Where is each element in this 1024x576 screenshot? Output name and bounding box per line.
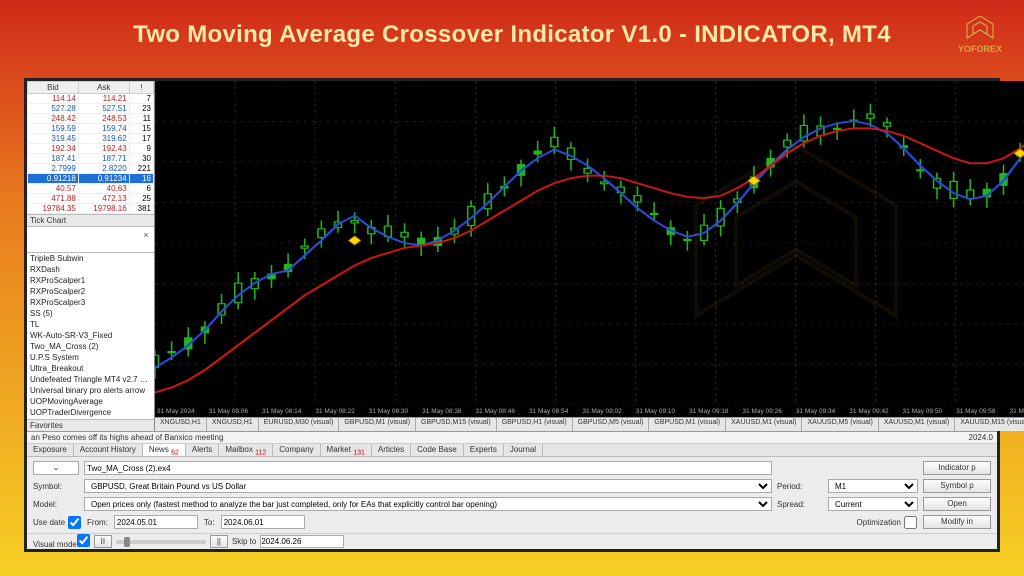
skip-to-input[interactable]	[260, 535, 344, 548]
navigator-item[interactable]: TripleB Subwin	[27, 253, 154, 264]
chart-tab[interactable]: XNGUSD,H1	[155, 418, 207, 431]
navigator[interactable]: TripleB SubwinRXDashRXProScalper1RXProSc…	[27, 253, 154, 419]
from-date-input[interactable]	[114, 515, 198, 529]
symbol-select[interactable]: GBPUSD, Great Britain Pound vs US Dollar	[84, 479, 772, 493]
terminal-tab[interactable]: Alerts	[186, 444, 219, 456]
chart-tab[interactable]: EURUSD,M30 (visual)	[259, 418, 340, 431]
chart-tabs: XNGUSD,H1XNGUSD,H1EURUSD,M30 (visual)GBP…	[155, 417, 1024, 431]
news-headline[interactable]: an Peso comes off its highs ahead of Ban…	[31, 433, 223, 442]
model-label: Model:	[33, 500, 79, 509]
use-date-checkbox[interactable]: Use date	[33, 516, 81, 529]
chart-tab[interactable]: GBPUSD,M15 (visual)	[416, 418, 497, 431]
market-row[interactable]: 248.42248.5311	[28, 114, 154, 124]
tick-chart-label[interactable]: Tick Chart	[27, 214, 154, 227]
time-axis: 31 May 202431 May 08:0631 May 08:1431 Ma…	[155, 405, 1024, 417]
market-row[interactable]: 40.5740.636	[28, 184, 154, 194]
market-row[interactable]: 2.79992.8220221	[28, 164, 154, 174]
market-row[interactable]: 527.28527.5123	[28, 104, 154, 114]
step-button[interactable]: ||	[210, 535, 228, 548]
ea-file-input[interactable]	[84, 461, 772, 475]
to-label: To:	[204, 518, 215, 527]
mt4-window: Bid Ask ! 114.14114.217527.28527.5123248…	[24, 78, 1000, 552]
navigator-item[interactable]: Two_MA_Cross (2)	[27, 341, 154, 352]
navigator-item[interactable]: Undefeated Triangle MT4 v2.7 No DLL	[27, 374, 154, 385]
brand-logo: YOFOREX	[958, 16, 1002, 54]
period-label: Period:	[777, 482, 823, 491]
speed-slider[interactable]	[116, 540, 206, 544]
chart-tab[interactable]: XAUUSD,M1 (visual)	[879, 418, 955, 431]
favorites-tab[interactable]: Favorites	[27, 419, 154, 431]
navigator-item[interactable]: TL	[27, 319, 154, 330]
market-row[interactable]: 114.14114.217	[28, 94, 154, 104]
chart-tab[interactable]: GBPUSD,H1 (visual)	[497, 418, 573, 431]
spread-label: Spread:	[777, 500, 823, 509]
navigator-item[interactable]: RXProScalper1	[27, 275, 154, 286]
navigator-item[interactable]: RXProScalper3	[27, 297, 154, 308]
navigator-item[interactable]: U.P.S System	[27, 352, 154, 363]
news-time: 2024.0	[969, 433, 993, 442]
chart-tab[interactable]: GBPUSD,M5 (visual)	[573, 418, 650, 431]
market-row[interactable]: 0.912180.9123416	[28, 174, 154, 184]
market-row[interactable]: 192.34192.439	[28, 144, 154, 154]
page-title: Two Moving Average Crossover Indicator V…	[133, 21, 891, 49]
terminal-tab[interactable]: Account History	[74, 444, 143, 456]
navigator-item[interactable]: SS (5)	[27, 308, 154, 319]
visual-mode-checkbox[interactable]: Visual mode	[33, 534, 90, 549]
model-select[interactable]: Open prices only (fastest method to anal…	[84, 497, 772, 511]
terminal-tab[interactable]: Company	[273, 444, 320, 456]
navigator-item[interactable]: RXProScalper2	[27, 286, 154, 297]
terminal-tab[interactable]: Market 131	[321, 444, 372, 456]
strategy-tester: ⌄ Indicator p Symbol: GBPUSD, Great Brit…	[27, 457, 997, 533]
chart-tab[interactable]: XAUUSD,M15 (visual)	[955, 418, 1024, 431]
terminal-tab[interactable]: Journal	[504, 444, 543, 456]
chart-tab[interactable]: GBPUSD,M1 (visual)	[339, 418, 416, 431]
market-row[interactable]: 159.59159.7415	[28, 124, 154, 134]
symbol-props-button[interactable]: Symbol p	[923, 479, 991, 493]
navigator-item[interactable]: WK-Auto-SR-V3_Fixed	[27, 330, 154, 341]
market-watch[interactable]: Bid Ask ! 114.14114.217527.28527.5123248…	[27, 81, 154, 214]
chart-tab[interactable]: XAUUSD,M5 (visual)	[802, 418, 878, 431]
chart-tab[interactable]: XNGUSD,H1	[207, 418, 259, 431]
skip-to-label: Skip to	[232, 537, 256, 546]
to-date-input[interactable]	[221, 515, 305, 529]
spread-select[interactable]: Current	[828, 497, 918, 511]
navigator-item[interactable]: Universal binary pro alerts arrow	[27, 385, 154, 396]
symbol-label: Symbol:	[33, 482, 79, 491]
indicator-props-button[interactable]: Indicator p	[923, 461, 991, 475]
terminal-tabs: ExposureAccount HistoryNews 62AlertsMail…	[27, 444, 997, 457]
navigator-item[interactable]: UOPMovingAverage	[27, 396, 154, 407]
chart-area[interactable]	[155, 81, 1024, 405]
navigator-item[interactable]: Ultra_Breakout	[27, 363, 154, 374]
pause-button[interactable]: II	[94, 535, 112, 548]
tick-chart: ×	[27, 227, 154, 253]
terminal-tab[interactable]: Mailbox 112	[219, 444, 273, 456]
market-row[interactable]: 471.88472.1325	[28, 194, 154, 204]
open-chart-button[interactable]: Open	[923, 497, 991, 511]
close-icon[interactable]: ×	[140, 229, 152, 241]
modify-expert-button[interactable]: Modify in	[923, 515, 991, 529]
terminal-tab[interactable]: News 62	[143, 444, 186, 456]
chart-tab[interactable]: GBPUSD,M1 (visual)	[649, 418, 726, 431]
market-row[interactable]: 187.41187.7130	[28, 154, 154, 164]
expand-icon[interactable]: ⌄	[33, 461, 79, 475]
chart-tab[interactable]: XAUUSD,M1 (visual)	[726, 418, 802, 431]
from-label: From:	[87, 518, 108, 527]
market-row[interactable]: 19784.3519798.16381	[28, 204, 154, 214]
market-row[interactable]: 319.45319.6217	[28, 134, 154, 144]
terminal-tab[interactable]: Code Base	[411, 444, 464, 456]
col-bid[interactable]: Bid	[28, 82, 79, 94]
optimization-checkbox[interactable]: Optimization	[857, 516, 917, 529]
terminal-tab[interactable]: Exposure	[27, 444, 74, 456]
terminal-tab[interactable]: Experts	[464, 444, 504, 456]
terminal-tab[interactable]: Articles	[372, 444, 411, 456]
navigator-item[interactable]: UOPTraderDivergence	[27, 407, 154, 418]
col-ask[interactable]: Ask	[78, 82, 129, 94]
period-select[interactable]: M1	[828, 479, 918, 493]
navigator-item[interactable]: RXDash	[27, 264, 154, 275]
col-last[interactable]: !	[129, 82, 153, 94]
